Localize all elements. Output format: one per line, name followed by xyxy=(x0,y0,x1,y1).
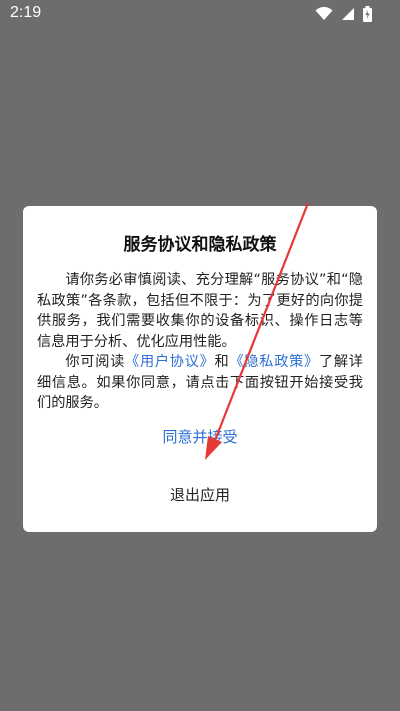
exit-app-button[interactable]: 退出应用 xyxy=(23,478,377,512)
user-agreement-link[interactable]: 《用户协议》 xyxy=(125,354,214,370)
agree-button[interactable]: 同意并接受 xyxy=(23,420,377,454)
status-time: 2:19 xyxy=(10,4,42,21)
signal-icon xyxy=(341,7,355,21)
battery-icon xyxy=(363,6,372,22)
dialog-body: 请你务必审慎阅读、充分理解“服务协议”和“隐私政策”各条款，包括但不限于：为了更… xyxy=(37,270,363,414)
privacy-dialog: 服务协议和隐私政策 请你务必审慎阅读、充分理解“服务协议”和“隐私政策”各条款，… xyxy=(23,206,377,532)
para2-prefix: 你可阅读 xyxy=(65,354,126,370)
app-screen: 2:19 服务协议和隐私政策 请你务必审慎阅读、充分理解“服务协议”和“隐私政策… xyxy=(0,0,400,711)
and-text: 和 xyxy=(214,354,230,370)
dialog-paragraph-1: 请你务必审慎阅读、充分理解“服务协议”和“隐私政策”各条款，包括但不限于：为了更… xyxy=(37,272,363,350)
status-icons xyxy=(315,6,372,22)
dialog-paragraph-2: 你可阅读《用户协议》和《隐私政策》了解详细信息。如果你同意，请点击下面按钮开始接… xyxy=(37,352,363,414)
status-bar: 2:19 xyxy=(0,0,400,28)
privacy-policy-link[interactable]: 《隐私政策》 xyxy=(229,354,318,370)
wifi-icon xyxy=(315,7,333,21)
dialog-title: 服务协议和隐私政策 xyxy=(123,235,277,255)
